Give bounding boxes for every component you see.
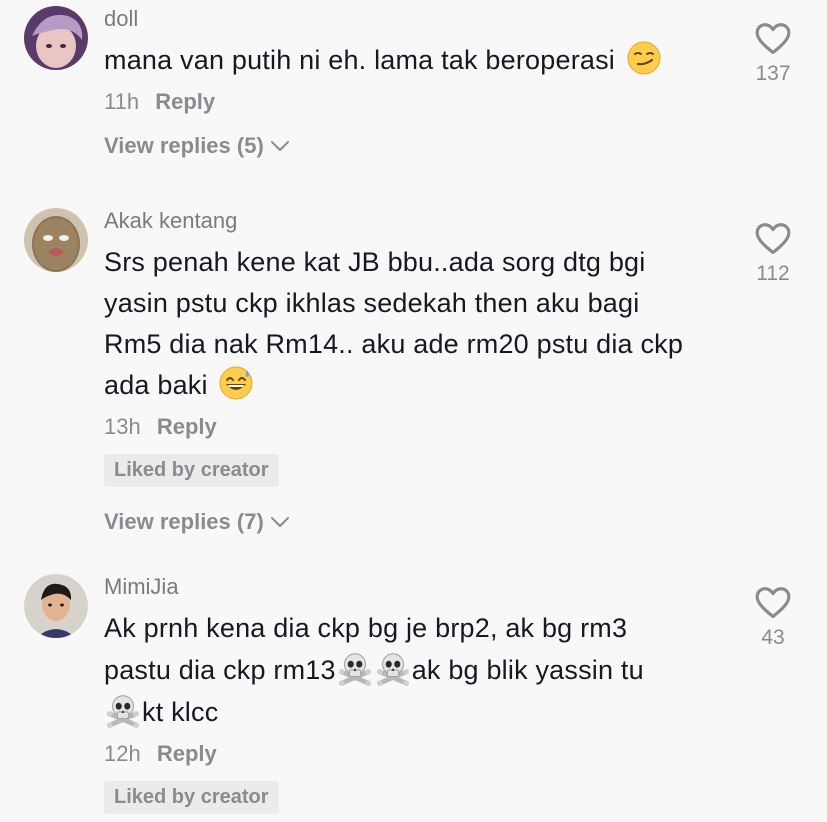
like-count: 137 xyxy=(755,62,791,85)
avatar[interactable] xyxy=(24,574,88,638)
reply-button[interactable]: Reply xyxy=(157,741,217,766)
comment-text-line: ada baki xyxy=(104,370,208,400)
comment-text-segment: kt klcc xyxy=(142,697,219,727)
view-replies-label: View replies (5) xyxy=(104,133,264,158)
heart-icon[interactable] xyxy=(754,220,792,258)
comment-meta: 11h Reply xyxy=(104,87,724,117)
like-area: 112 xyxy=(743,220,803,286)
comment-time: 13h xyxy=(104,414,141,439)
comment-text-line: Rm5 dia nak Rm14.. aku ade rm20 pstu dia… xyxy=(104,329,684,359)
comment-text-segment: pastu dia ckp rm13 xyxy=(104,655,336,685)
comment-meta: 13h Reply xyxy=(104,412,724,442)
comment-time: 11h xyxy=(104,89,140,114)
chevron-down-icon xyxy=(270,517,289,527)
heart-icon[interactable] xyxy=(754,584,792,622)
liked-by-creator-badge: Liked by creator xyxy=(104,454,279,487)
liked-by-creator-badge: Liked by creator xyxy=(104,781,279,814)
comment-text: Srs penah kene kat JB bbu..ada sorg dtg … xyxy=(104,242,724,406)
comment-text-line: yasin pstu ckp ikhlas sedekah then aku b… xyxy=(104,288,640,318)
comment-text: mana van putih ni eh. lama tak beroperas… xyxy=(104,40,724,81)
skull-crossbones-emoji xyxy=(374,649,412,687)
comment-text: Ak prnh kena dia ckp bg je brp2, ak bg r… xyxy=(104,608,724,733)
comment-text-line: Ak prnh kena dia ckp bg je brp2, ak bg r… xyxy=(104,613,628,643)
comment-text-line: Srs penah kene kat JB bbu..ada sorg dtg … xyxy=(104,247,646,277)
reply-button[interactable]: Reply xyxy=(157,414,217,439)
grinning-sweat-emoji xyxy=(219,366,253,400)
reply-button[interactable]: Reply xyxy=(155,89,215,114)
avatar[interactable] xyxy=(24,6,88,70)
skull-crossbones-emoji xyxy=(336,649,374,687)
comment-text-segment: ak bg blik yassin tu xyxy=(411,655,644,685)
avatar[interactable] xyxy=(24,208,88,272)
skull-crossbones-emoji xyxy=(104,691,142,729)
comment-meta: 12h Reply xyxy=(104,739,724,769)
comment-username[interactable]: Akak kentang xyxy=(104,208,724,234)
comment-username[interactable]: doll xyxy=(104,6,724,32)
comment-username[interactable]: MimiJia xyxy=(104,574,724,600)
like-count: 112 xyxy=(756,262,790,285)
heart-icon[interactable] xyxy=(754,20,792,58)
smirk-face-emoji xyxy=(627,41,661,75)
like-area: 137 xyxy=(743,20,803,86)
chevron-down-icon xyxy=(270,141,289,151)
view-replies-button[interactable]: View replies (7) xyxy=(104,509,290,535)
view-replies-button[interactable]: View replies (5) xyxy=(104,133,290,159)
like-area: 43 xyxy=(743,584,803,650)
comment-text-content: mana van putih ni eh. lama tak beroperas… xyxy=(104,45,615,75)
like-count: 43 xyxy=(761,626,785,649)
view-replies-label: View replies (7) xyxy=(104,509,264,534)
comment-time: 12h xyxy=(104,741,141,766)
